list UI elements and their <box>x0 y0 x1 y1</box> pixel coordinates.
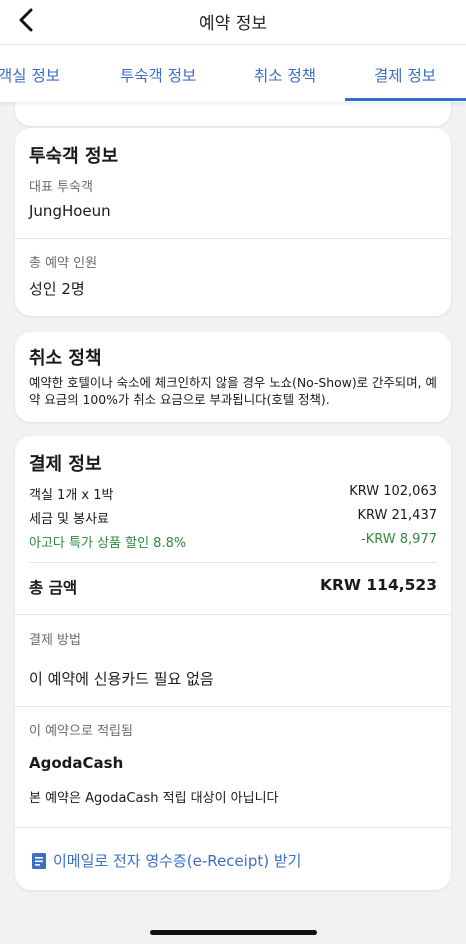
divider <box>15 614 451 615</box>
cancel-policy-card: 취소 정책 예약한 호텔이나 숙소에 체크인하지 않을 경우 노쇼(No-Sho… <box>15 332 451 422</box>
email-receipt-link-label: 이메일로 전자 영수증(e-Receipt) 받기 <box>53 852 302 870</box>
tab-room-info[interactable]: 객실 정보 <box>0 64 60 86</box>
lead-guest-label: 대표 투숙객 <box>29 180 93 195</box>
payment-info-card: 결제 정보 객실 1개 x 1박 KRW 102,063 세금 및 봉사료 KR… <box>15 436 451 890</box>
guest-count-label: 총 예약 인원 <box>29 256 98 271</box>
cancel-policy-text: 예약한 호텔이나 숙소에 체크인하지 않을 경우 노쇼(No-Show)로 간주… <box>29 375 437 407</box>
guest-count-value: 성인 2명 <box>29 280 85 298</box>
lead-guest-value: JungHoeun <box>29 202 111 220</box>
discount-value: -KRW 8,977 <box>361 532 437 547</box>
room-nights-label: 객실 1개 x 1박 <box>29 488 114 503</box>
cancel-policy-title: 취소 정책 <box>29 348 102 369</box>
home-indicator <box>150 930 317 935</box>
receipt-icon <box>32 852 46 869</box>
guest-info-title: 투숙객 정보 <box>29 146 119 167</box>
agodacash-text: 본 예약은 AgodaCash 적립 대상이 아닙니다 <box>29 791 279 806</box>
tax-value: KRW 21,437 <box>357 508 437 523</box>
divider <box>15 827 451 828</box>
agodacash-title: AgodaCash <box>29 754 124 772</box>
divider <box>15 238 451 239</box>
page-title: 예약 정보 <box>199 14 267 34</box>
tax-label: 세금 및 봉사료 <box>29 512 110 527</box>
tab-payment-info[interactable]: 결제 정보 <box>374 64 436 86</box>
guest-info-card: 투숙객 정보 대표 투숙객 JungHoeun 총 예약 인원 성인 2명 <box>15 128 451 316</box>
tab-cancel-policy[interactable]: 취소 정책 <box>254 64 316 86</box>
discount-label: 아고다 특가 상품 할인 8.8% <box>29 536 187 551</box>
top-bar: 예약 정보 <box>0 0 466 45</box>
tab-bar: 객실 정보 투숙객 정보 취소 정책 결제 정보 <box>0 45 466 102</box>
total-label: 총 금액 <box>29 579 78 597</box>
tab-guest-info[interactable]: 투숙객 정보 <box>120 64 196 86</box>
payment-method-label: 결제 방법 <box>29 633 81 648</box>
payment-info-title: 결제 정보 <box>29 454 102 475</box>
earn-label: 이 예약으로 적립됨 <box>29 724 133 739</box>
total-value: KRW 114,523 <box>319 576 437 594</box>
active-tab-indicator <box>345 98 466 101</box>
divider <box>15 706 451 707</box>
room-nights-value: KRW 102,063 <box>349 484 437 499</box>
divider <box>29 562 437 563</box>
email-receipt-link[interactable]: 이메일로 전자 영수증(e-Receipt) 받기 <box>31 850 301 871</box>
payment-method-value: 이 예약에 신용카드 필요 없음 <box>29 670 214 688</box>
